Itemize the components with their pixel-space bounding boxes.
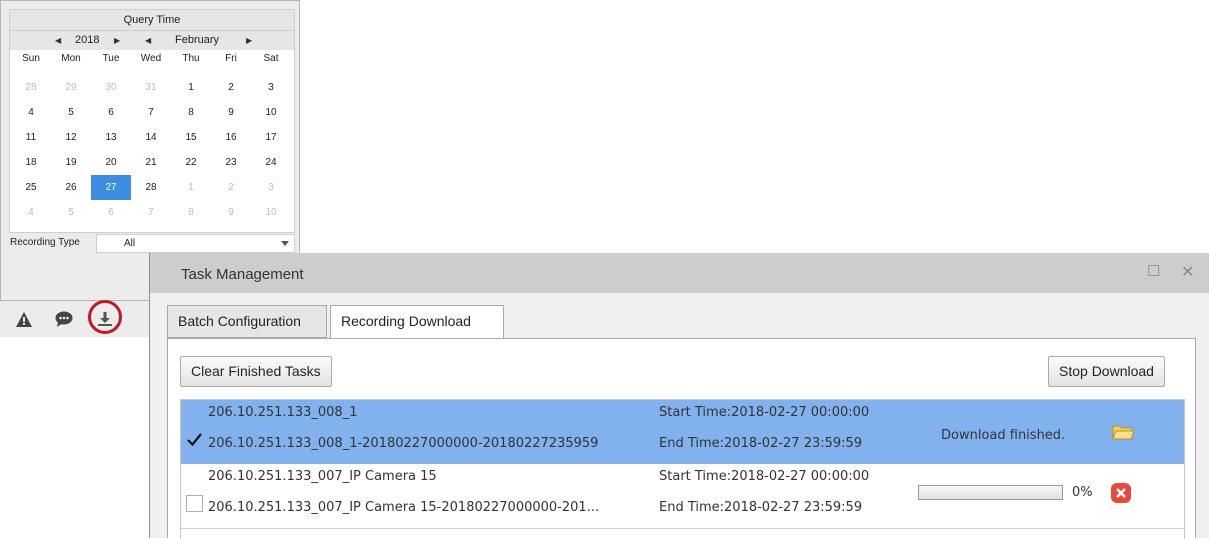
- calendar-day[interactable]: 8: [171, 100, 211, 125]
- weekday-header: Wed: [140, 52, 162, 64]
- weekday-header: Sat: [263, 52, 279, 64]
- calendar-day[interactable]: 8: [171, 200, 211, 225]
- progress-bar: [918, 485, 1063, 500]
- checkbox-unchecked[interactable]: [186, 495, 203, 512]
- calendar-day-selected[interactable]: 27: [91, 175, 131, 200]
- progress-percent: 0%: [1072, 485, 1093, 500]
- calendar-day[interactable]: 5: [51, 100, 91, 125]
- calendar-day[interactable]: 7: [131, 200, 171, 225]
- task-start-time: Start Time:2018-02-27 00:00:00: [659, 469, 870, 484]
- task-name: 206.10.251.133_007_IP Camera 15: [208, 469, 437, 484]
- window-title: Task Management: [181, 266, 304, 283]
- download-highlight-circle: [88, 300, 122, 334]
- weekday-header: Mon: [61, 52, 81, 64]
- calendar-day[interactable]: 9: [211, 100, 251, 125]
- task-end-time: End Time:2018-02-27 23:59:59: [659, 436, 863, 451]
- calendar: Query Time ◀ 2018 ▶ ◀ February ▶ Sun Mon T…: [9, 9, 295, 233]
- clear-finished-tasks-button[interactable]: Clear Finished Tasks: [180, 356, 332, 387]
- checkbox-checked[interactable]: [186, 431, 203, 448]
- next-year-icon[interactable]: ▶: [114, 36, 120, 45]
- task-row[interactable]: 206.10.251.133_007_IP Camera 15 206.10.2…: [181, 464, 1184, 529]
- calendar-day[interactable]: 20: [91, 150, 131, 175]
- calendar-day[interactable]: 17: [251, 125, 291, 150]
- calendar-day[interactable]: 31: [131, 75, 171, 100]
- recording-type-row: Recording Type All: [9, 234, 295, 253]
- task-name: 206.10.251.133_008_1: [208, 405, 358, 420]
- calendar-day[interactable]: 26: [51, 175, 91, 200]
- calendar-nav: ◀ 2018 ▶ ◀ February ▶: [10, 31, 294, 50]
- calendar-day[interactable]: 12: [51, 125, 91, 150]
- task-management-window: Task Management ☐ ✕ Batch Configuration …: [149, 253, 1209, 539]
- calendar-title: Query Time: [10, 10, 294, 31]
- task-file-name: 206.10.251.133_007_IP Camera 15-20180227…: [208, 500, 600, 515]
- tab-recording-download[interactable]: Recording Download: [330, 305, 504, 339]
- prev-year-icon[interactable]: ◀: [55, 36, 61, 45]
- calendar-day[interactable]: 2: [211, 75, 251, 100]
- calendar-day[interactable]: 10: [251, 200, 291, 225]
- calendar-day[interactable]: 15: [171, 125, 211, 150]
- calendar-day[interactable]: 9: [211, 200, 251, 225]
- recording-type-select[interactable]: All: [96, 234, 295, 253]
- cancel-icon[interactable]: [1110, 482, 1132, 508]
- calendar-day[interactable]: 28: [11, 75, 51, 100]
- task-start-time: Start Time:2018-02-27 00:00:00: [659, 405, 870, 420]
- calendar-day[interactable]: 25: [11, 175, 51, 200]
- message-icon[interactable]: [54, 309, 74, 329]
- calendar-day[interactable]: 2: [211, 175, 251, 200]
- calendar-day[interactable]: 28: [131, 175, 171, 200]
- maximize-icon[interactable]: ☐: [1147, 262, 1160, 280]
- calendar-day[interactable]: 3: [251, 175, 291, 200]
- calendar-day[interactable]: 1: [171, 75, 211, 100]
- calendar-day[interactable]: 18: [11, 150, 51, 175]
- weekday-header: Thu: [182, 52, 200, 64]
- calendar-day[interactable]: 1: [171, 175, 211, 200]
- calendar-day[interactable]: 6: [91, 200, 131, 225]
- calendar-day[interactable]: 4: [11, 200, 51, 225]
- calendar-day[interactable]: 30: [91, 75, 131, 100]
- task-row[interactable]: 206.10.251.133_008_1 206.10.251.133_008_…: [181, 400, 1184, 464]
- next-month-icon[interactable]: ▶: [246, 36, 252, 45]
- calendar-day[interactable]: 5: [51, 200, 91, 225]
- calendar-day[interactable]: 4: [11, 100, 51, 125]
- recording-type-label: Recording Type: [10, 237, 80, 248]
- stop-download-button[interactable]: Stop Download: [1048, 356, 1165, 387]
- calendar-day[interactable]: 29: [51, 75, 91, 100]
- weekday-header: Tue: [102, 52, 120, 64]
- calendar-day[interactable]: 22: [171, 150, 211, 175]
- bottom-toolbar: [0, 301, 150, 337]
- recording-download-panel: Clear Finished Tasks Stop Download 206.1…: [167, 338, 1196, 539]
- tab-batch-configuration[interactable]: Batch Configuration: [167, 305, 327, 338]
- calendar-day[interactable]: 21: [131, 150, 171, 175]
- task-status: Download finished.: [941, 428, 1066, 443]
- calendar-day[interactable]: 10: [251, 100, 291, 125]
- calendar-day[interactable]: 7: [131, 100, 171, 125]
- recording-type-value: All: [124, 238, 136, 249]
- calendar-day[interactable]: 13: [91, 125, 131, 150]
- calendar-grid: Sun Mon Tue Wed Thu Fri Sat 28 29 30 31 1 2 3 4 5 6 7 8 9 10…: [11, 50, 294, 225]
- task-end-time: End Time:2018-02-27 23:59:59: [659, 500, 863, 515]
- calendar-day[interactable]: 6: [91, 100, 131, 125]
- calendar-day[interactable]: 24: [251, 150, 291, 175]
- weekday-header: Sun: [22, 52, 40, 64]
- alarm-icon[interactable]: [14, 309, 34, 329]
- close-icon[interactable]: ✕: [1181, 262, 1194, 282]
- calendar-day[interactable]: 23: [211, 150, 251, 175]
- weekday-header: Fri: [225, 52, 237, 64]
- chevron-down-icon: [281, 241, 289, 246]
- task-list: 206.10.251.133_008_1 206.10.251.133_008_…: [180, 399, 1185, 539]
- calendar-day[interactable]: 16: [211, 125, 251, 150]
- year-label: 2018: [75, 34, 100, 46]
- calendar-day[interactable]: 19: [51, 150, 91, 175]
- calendar-day[interactable]: 11: [11, 125, 51, 150]
- task-file-name: 206.10.251.133_008_1-20180227000000-2018…: [208, 436, 599, 451]
- month-label: February: [175, 34, 220, 46]
- calendar-day[interactable]: 14: [131, 125, 171, 150]
- folder-icon[interactable]: [1112, 423, 1135, 445]
- prev-month-icon[interactable]: ◀: [145, 36, 151, 45]
- calendar-day[interactable]: 3: [251, 75, 291, 100]
- window-title-bar: Task Management ☐ ✕: [150, 253, 1209, 293]
